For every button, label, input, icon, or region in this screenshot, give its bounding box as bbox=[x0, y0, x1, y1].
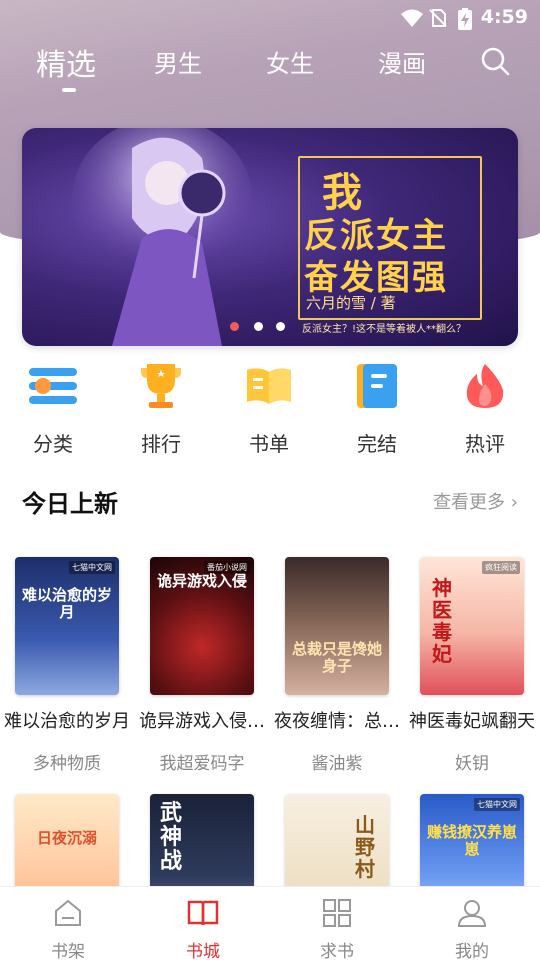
book-title: 神医毒妃飒翻天 bbox=[409, 711, 535, 732]
book-card[interactable]: 七猫中文网 难以治愈的岁月 难以治愈的岁月 多种物质 bbox=[4, 557, 130, 774]
nav-label: 书架 bbox=[51, 942, 85, 960]
book-card[interactable]: 疯狂阅读 神医毒妃 神医毒妃飒翻天 妖钥 bbox=[409, 557, 535, 774]
profile-icon bbox=[457, 900, 487, 927]
bookstore-icon bbox=[187, 900, 219, 926]
quick-link-label: 书单 bbox=[249, 432, 289, 456]
book-title: 夜夜缠情：总… bbox=[274, 711, 400, 732]
status-time: 4:59 bbox=[480, 6, 528, 28]
cover-title: 神医毒妃 bbox=[432, 576, 452, 666]
booklist-icon bbox=[247, 368, 291, 404]
no-sim-icon bbox=[429, 9, 447, 27]
book-author: 我超爱码字 bbox=[159, 754, 245, 774]
book-title: 难以治愈的岁月 bbox=[4, 711, 130, 732]
publisher-badge: 七猫中文网 bbox=[474, 798, 520, 811]
status-bar: 4:59 bbox=[0, 0, 540, 36]
cover-title: 难以治愈的岁月 bbox=[21, 586, 112, 621]
publisher-badge: 疯狂阅读 bbox=[482, 561, 520, 574]
battery-charging-icon bbox=[458, 8, 472, 30]
quick-link-label: 排行 bbox=[141, 432, 181, 456]
cover-title: 武神战 bbox=[159, 801, 182, 875]
trophy-icon bbox=[141, 364, 181, 408]
nav-item-bookshelf[interactable]: 书架 bbox=[28, 897, 108, 960]
promo-banner[interactable]: 我 反派女主 奋发图强 六月的雪 / 著 反派女主？!这不是等着被人**翻么？ bbox=[22, 128, 518, 346]
cover-title: 总裁只是馋她身子 bbox=[291, 640, 382, 675]
see-more-link[interactable]: 查看更多 › bbox=[433, 488, 518, 514]
book-author: 妖钥 bbox=[455, 754, 489, 774]
pagination-dot[interactable] bbox=[276, 322, 285, 331]
banner-illustration bbox=[72, 128, 252, 346]
search-icon[interactable] bbox=[480, 46, 510, 76]
bookshelf-icon bbox=[55, 899, 81, 926]
cover-title: 日夜沉溺 bbox=[36, 829, 97, 847]
book-author: 多种物质 bbox=[33, 754, 101, 774]
nav-item-request-book[interactable]: 求书 bbox=[297, 897, 377, 960]
publisher-badge: 七猫中文网 bbox=[69, 561, 115, 574]
book-cover: 疯狂阅读 神医毒妃 bbox=[420, 557, 524, 695]
quick-link-label: 完结 bbox=[357, 432, 397, 456]
banner-tagline: 反派女主？!这不是等着被人**翻么？ bbox=[302, 324, 467, 335]
request-book-icon bbox=[323, 899, 351, 927]
bottom-navigation: 书架 书城 求书 我的 bbox=[0, 886, 540, 960]
book-card[interactable]: 番茄小说网 诡异游戏入侵 诡异游戏入侵… 我超爱码字 bbox=[139, 557, 265, 774]
wifi-icon bbox=[401, 9, 423, 27]
tab-comics[interactable]: 漫画 bbox=[378, 44, 426, 79]
book-cover: 番茄小说网 诡异游戏入侵 bbox=[150, 557, 254, 695]
tab-featured[interactable]: 精选 bbox=[36, 40, 96, 84]
category-icon bbox=[29, 368, 77, 404]
pagination-dot[interactable] bbox=[254, 322, 263, 331]
book-author: 酱油紫 bbox=[311, 754, 363, 774]
banner-author: 六月的雪 / 著 bbox=[306, 294, 396, 312]
quick-links: 分类 排行 书单 完结 热评 bbox=[0, 360, 540, 460]
quick-link-label: 热评 bbox=[465, 432, 505, 456]
book-title: 诡异游戏入侵… bbox=[139, 711, 265, 732]
section-title: 今日上新 bbox=[22, 490, 118, 518]
book-cover: 七猫中文网 难以治愈的岁月 bbox=[15, 557, 119, 695]
quick-link-booklist[interactable]: 书单 bbox=[224, 360, 314, 457]
finished-book-icon bbox=[357, 364, 397, 408]
book-card[interactable]: 总裁只是馋她身子 夜夜缠情：总… 酱油紫 bbox=[274, 557, 400, 774]
cover-title: 诡异游戏入侵 bbox=[156, 572, 247, 590]
quick-link-hot-reviews[interactable]: 热评 bbox=[440, 360, 530, 457]
nav-label: 书城 bbox=[186, 942, 220, 960]
tab-indicator bbox=[62, 88, 76, 92]
cover-title: 山野村 bbox=[355, 813, 375, 881]
pagination-dot[interactable] bbox=[230, 322, 239, 331]
quick-link-finished[interactable]: 完结 bbox=[332, 360, 422, 457]
flame-icon bbox=[466, 364, 504, 408]
nav-item-bookstore[interactable]: 书城 bbox=[163, 897, 243, 960]
quick-link-ranking[interactable]: 排行 bbox=[116, 360, 206, 457]
nav-label: 我的 bbox=[455, 942, 489, 960]
see-more-label: 查看更多 bbox=[433, 492, 506, 513]
top-tabs: 精选 男生 女生 漫画 bbox=[0, 38, 540, 98]
nav-item-profile[interactable]: 我的 bbox=[432, 897, 512, 960]
nav-label: 求书 bbox=[320, 942, 354, 960]
book-cover: 总裁只是馋她身子 bbox=[285, 557, 389, 695]
quick-link-category[interactable]: 分类 bbox=[8, 360, 98, 457]
tab-male[interactable]: 男生 bbox=[154, 44, 202, 79]
cover-title: 赚钱撩汉养崽崽 bbox=[426, 823, 517, 858]
tab-female[interactable]: 女生 bbox=[266, 44, 314, 79]
chevron-right-icon: › bbox=[510, 492, 518, 513]
quick-link-label: 分类 bbox=[33, 432, 73, 456]
